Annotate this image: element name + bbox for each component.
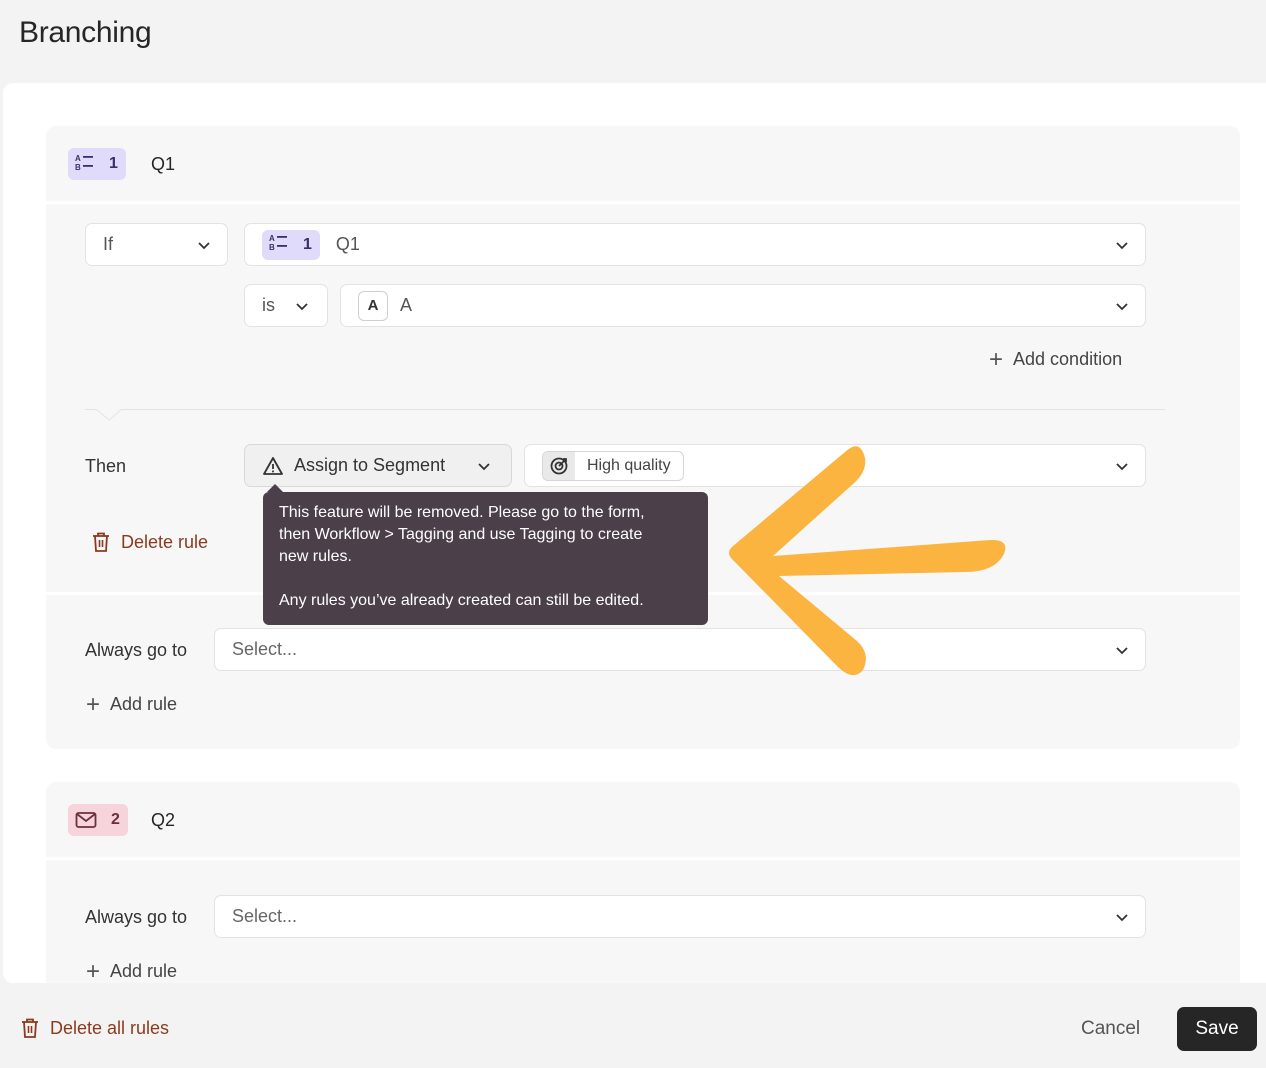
deprecation-tooltip: This feature will be removed. Please go … xyxy=(263,484,708,625)
segment-target-icon xyxy=(543,451,575,480)
always-go-to-label: Always go to xyxy=(85,907,188,927)
trash-icon xyxy=(91,531,111,553)
question-title: Q2 xyxy=(151,810,176,830)
segment-value: High quality xyxy=(587,456,671,474)
question-card-q1: AB 1 Q1 If AB 1 Q1 is A A + Add conditio… xyxy=(46,126,1240,749)
multiple-choice-icon: AB xyxy=(75,153,95,176)
tooltip-line: Any rules you’ve already created can sti… xyxy=(279,592,644,609)
delete-rule-label: Delete rule xyxy=(121,531,209,552)
chevron-down-icon xyxy=(477,459,491,473)
chevron-down-icon xyxy=(1115,299,1129,313)
svg-text:B: B xyxy=(269,243,275,251)
always-go-to-placeholder: Select... xyxy=(232,639,298,659)
question-badge-q2: 2 xyxy=(68,804,128,836)
page-title: Branching xyxy=(19,16,152,49)
segment-tag: High quality xyxy=(542,450,684,481)
question-badge-inline: AB 1 xyxy=(262,229,320,260)
answer-value: A xyxy=(400,295,413,315)
chevron-down-icon xyxy=(1115,910,1129,924)
annotation-arrow-icon xyxy=(729,446,1006,676)
divider-notch-icon xyxy=(96,409,122,421)
multiple-choice-icon: AB xyxy=(269,233,289,256)
svg-text:A: A xyxy=(269,234,275,243)
then-label: Then xyxy=(85,456,127,476)
tooltip-line: then Workflow > Tagging and use Tagging … xyxy=(279,526,643,543)
add-rule-button[interactable]: + Add rule xyxy=(86,957,178,983)
always-go-to-placeholder: Select... xyxy=(232,906,298,926)
plus-icon: + xyxy=(86,957,101,983)
delete-all-rules-label: Delete all rules xyxy=(50,1017,170,1038)
add-rule-label: Add rule xyxy=(110,961,178,981)
svg-text:B: B xyxy=(75,163,81,171)
add-condition-label: Add condition xyxy=(1013,349,1123,369)
question-number: 1 xyxy=(109,155,118,172)
always-go-to-label: Always go to xyxy=(85,640,188,660)
operator-dropdown[interactable]: is xyxy=(244,284,328,327)
trash-icon xyxy=(20,1017,40,1039)
action-label: Assign to Segment xyxy=(294,455,446,475)
answer-letter-badge: A xyxy=(358,290,388,321)
chevron-down-icon xyxy=(1115,643,1129,657)
if-dropdown[interactable]: If xyxy=(85,223,228,266)
always-go-to-select[interactable]: Select... xyxy=(214,895,1146,938)
question-title: Q1 xyxy=(151,154,176,174)
chevron-down-icon xyxy=(197,238,211,252)
chevron-down-icon xyxy=(295,299,309,313)
warning-icon xyxy=(262,456,284,476)
question-header-q2: 2 Q2 xyxy=(46,782,1240,860)
save-button[interactable]: Save xyxy=(1177,1007,1257,1051)
question-card-q2: 2 Q2 Always go to Select... + Add rule xyxy=(46,782,1240,983)
question-select-title: Q1 xyxy=(335,234,360,254)
plus-icon: + xyxy=(86,690,101,718)
add-rule-label: Add rule xyxy=(110,694,178,714)
if-label: If xyxy=(103,234,114,254)
chevron-down-icon xyxy=(1115,238,1129,252)
operator-label: is xyxy=(262,295,275,315)
mail-icon xyxy=(75,811,97,829)
plus-icon: + xyxy=(989,345,1004,373)
tooltip-line: This feature will be removed. Please go … xyxy=(279,504,645,521)
answer-select[interactable]: A A xyxy=(340,284,1146,327)
chevron-down-icon xyxy=(1115,459,1129,473)
svg-text:A: A xyxy=(75,154,81,163)
delete-rule-button[interactable]: Delete rule xyxy=(91,531,208,553)
question-number: 1 xyxy=(303,235,312,253)
question-select[interactable]: AB 1 Q1 xyxy=(244,223,1146,266)
question-number: 2 xyxy=(111,811,120,828)
tooltip-line: new rules. xyxy=(279,548,352,565)
question-header-q1: AB 1 Q1 xyxy=(46,126,1240,204)
delete-all-rules-button[interactable]: Delete all rules xyxy=(20,1017,169,1039)
action-dropdown[interactable]: Assign to Segment xyxy=(244,444,512,487)
rule-divider xyxy=(85,409,1165,410)
add-rule-button[interactable]: + Add rule xyxy=(86,690,178,718)
cancel-button[interactable]: Cancel xyxy=(1064,1010,1157,1048)
add-condition-button[interactable]: + Add condition xyxy=(989,345,1123,373)
question-badge-q1: AB 1 xyxy=(68,148,126,180)
